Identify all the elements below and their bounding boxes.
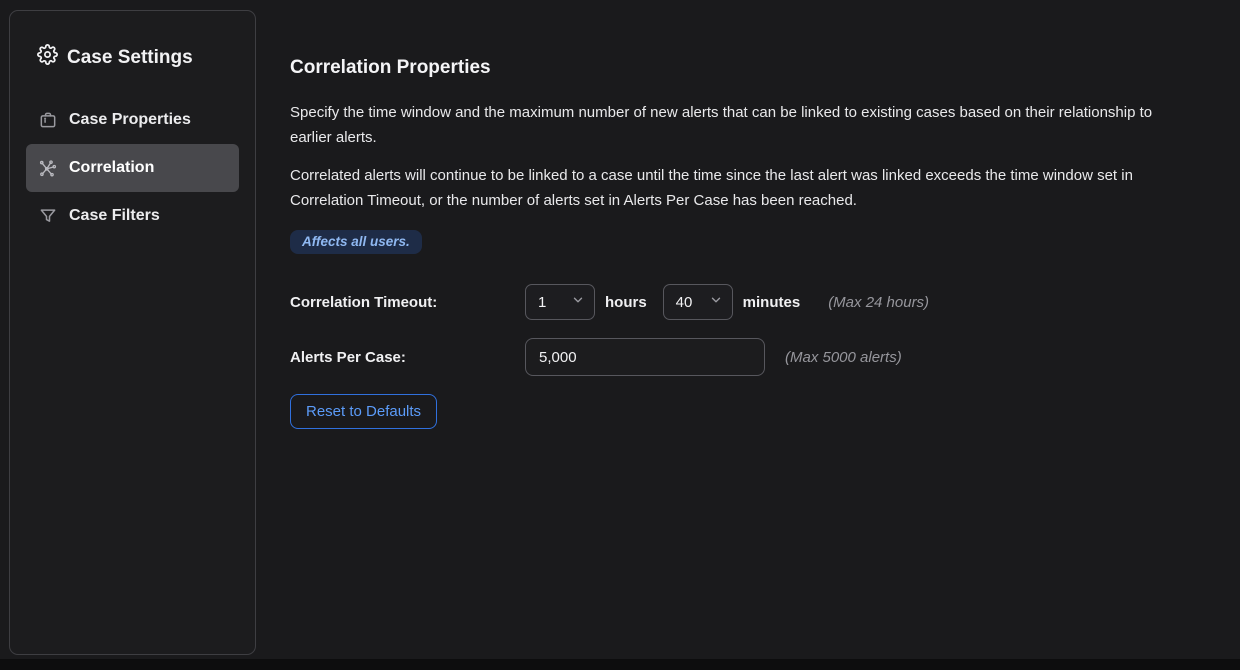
hours-unit-label: hours [605, 294, 647, 311]
sidebar-title-label: Case Settings [67, 47, 193, 69]
sidebar-item-case-filters[interactable]: Case Filters [26, 192, 239, 240]
minutes-select[interactable]: 40 [663, 284, 733, 320]
correlation-timeout-row: Correlation Timeout: 1 hours 40 minu [290, 284, 1175, 320]
alerts-max-hint: (Max 5000 alerts) [785, 349, 902, 366]
sidebar-item-label: Case Properties [69, 111, 191, 129]
correlation-settings-panel: Correlation Properties Specify the time … [290, 57, 1175, 429]
gear-icon [37, 44, 58, 71]
hours-select-value: 1 [538, 294, 546, 311]
graph-icon [38, 158, 58, 178]
case-icon [38, 110, 58, 130]
filter-icon [38, 206, 58, 226]
chevron-down-icon [709, 293, 723, 311]
minutes-select-value: 40 [676, 294, 693, 311]
alerts-per-case-input[interactable] [525, 338, 765, 376]
sidebar-item-label: Case Filters [69, 207, 160, 225]
sidebar-item-label: Correlation [69, 159, 154, 177]
case-settings-sidebar: Case Settings Case Properties [9, 10, 256, 655]
reset-to-defaults-button[interactable]: Reset to Defaults [290, 394, 437, 429]
alerts-per-case-row: Alerts Per Case: (Max 5000 alerts) [290, 338, 1175, 376]
correlation-form: Correlation Timeout: 1 hours 40 minu [290, 284, 1175, 429]
sidebar-item-case-properties[interactable]: Case Properties [26, 96, 239, 144]
page-title: Correlation Properties [290, 57, 1175, 79]
description-paragraph-2: Correlated alerts will continue to be li… [290, 163, 1175, 213]
description-paragraph-1: Specify the time window and the maximum … [290, 100, 1175, 150]
bottom-strip [0, 659, 1240, 670]
correlation-timeout-label: Correlation Timeout: [290, 294, 525, 311]
chevron-down-icon [571, 293, 585, 311]
sidebar-item-correlation[interactable]: Correlation [26, 144, 239, 192]
sidebar-nav: Case Properties Correlation [26, 96, 239, 240]
affects-all-users-badge: Affects all users. [290, 230, 422, 254]
minutes-unit-label: minutes [743, 294, 801, 311]
timeout-max-hint: (Max 24 hours) [828, 294, 929, 311]
alerts-per-case-label: Alerts Per Case: [290, 349, 525, 366]
hours-select[interactable]: 1 [525, 284, 595, 320]
sidebar-title: Case Settings [10, 11, 255, 71]
